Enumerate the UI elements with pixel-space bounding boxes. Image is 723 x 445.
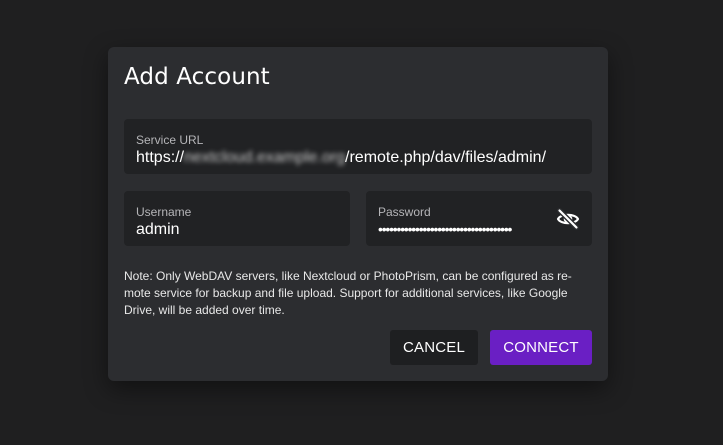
service-url-prefix: https:// [136, 149, 185, 166]
connect-button[interactable]: Connect [490, 330, 592, 365]
service-url-value[interactable]: https://nextcloud.example.org/remote.php… [136, 149, 546, 167]
service-url-suffix: /remote.php/dav/files/admin/ [345, 149, 547, 166]
service-url-host-obscured: nextcloud.example.org [184, 149, 346, 166]
webdav-note: Note: Only WebDAV servers, like Nextclou… [124, 269, 572, 317]
password-label: Password [378, 205, 431, 219]
password-field[interactable]: Password •••••••••••••••••••••••••••••••… [366, 191, 592, 246]
eye-off-icon[interactable] [556, 207, 580, 231]
cancel-button[interactable]: Cancel [390, 330, 478, 365]
add-account-dialog: Add Account Service URL https://nextclou… [108, 47, 608, 381]
username-label: Username [136, 205, 192, 219]
service-url-label: Service URL [136, 133, 204, 147]
username-field[interactable]: Username admin [124, 191, 350, 246]
dialog-title: Add Account [124, 64, 270, 90]
username-value[interactable]: admin [136, 221, 180, 239]
password-value[interactable]: •••••••••••••••••••••••••••••••••••• [378, 221, 550, 237]
service-url-field[interactable]: Service URL https://nextcloud.example.or… [124, 119, 592, 174]
